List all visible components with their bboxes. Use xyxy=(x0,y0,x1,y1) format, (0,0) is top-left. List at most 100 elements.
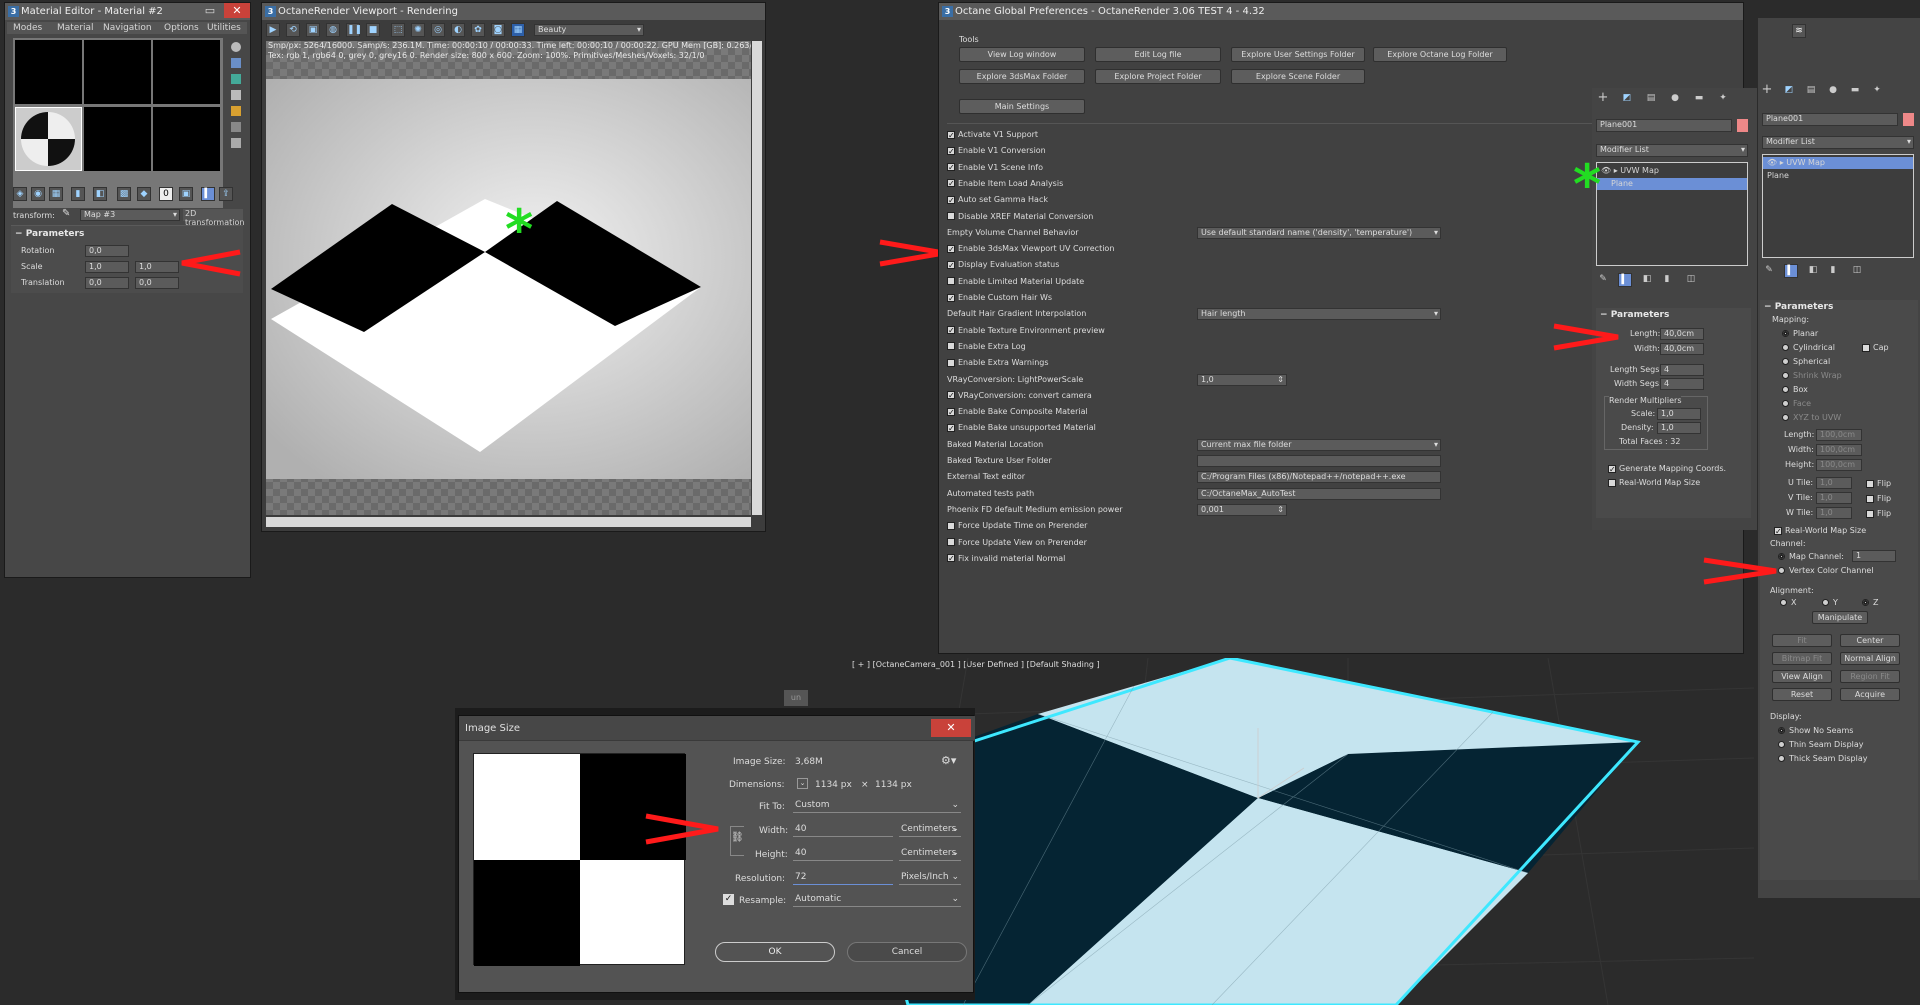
radio[interactable] xyxy=(1782,358,1789,365)
motion-icon[interactable]: ● xyxy=(1668,92,1682,106)
stack-item-uvw-map[interactable]: 👁 ▸ UVW Map xyxy=(1597,165,1747,177)
radio-planar[interactable]: Planar xyxy=(1782,327,1818,340)
display-icon[interactable]: ▬ xyxy=(1692,92,1706,106)
pref-text-input[interactable]: C:/Program Files (x86)/Notepad++/notepad… xyxy=(1197,471,1441,484)
u-tile-field[interactable]: 1,0 xyxy=(1816,477,1852,489)
resolution-input[interactable]: 72 xyxy=(793,870,893,885)
title-bar[interactable]: 3 Octane Global Preferences - OctaneRende… xyxy=(939,3,1743,20)
render-area[interactable]: Smp/px: 5264/16000. Samp/s: 236.1M. Time… xyxy=(266,41,751,515)
v-flip-checkbox[interactable]: Flip xyxy=(1866,492,1891,505)
translation-u-field[interactable]: 0,0 xyxy=(85,277,129,289)
modify-icon[interactable]: ◩ xyxy=(1782,84,1796,98)
checkbox[interactable] xyxy=(947,212,955,220)
checkbox[interactable] xyxy=(947,177,955,190)
checkbox[interactable] xyxy=(947,145,955,158)
chevron-down-icon[interactable]: ▾ xyxy=(1434,309,1438,319)
scale-u-field[interactable]: 1,0 xyxy=(85,261,129,273)
checkbox[interactable] xyxy=(1608,463,1616,476)
checkbox[interactable] xyxy=(947,277,955,286)
checkbox[interactable] xyxy=(1774,525,1782,538)
object-name-field[interactable]: Plane001 xyxy=(1762,113,1898,126)
radio[interactable] xyxy=(1778,755,1785,762)
vertical-scrollbar[interactable] xyxy=(752,41,762,515)
w-tile-field[interactable]: 1,0 xyxy=(1816,507,1852,519)
checkbox[interactable] xyxy=(947,342,955,351)
clay-icon[interactable]: ◍ xyxy=(326,23,340,37)
show-end-result-icon[interactable]: ▍ xyxy=(1618,273,1632,287)
explore-scene-button[interactable]: Explore Scene Folder xyxy=(1231,69,1365,84)
generate-mapping-checkbox[interactable]: Generate Mapping Coords. xyxy=(1608,462,1726,476)
cap-checkbox[interactable]: Cap xyxy=(1862,341,1889,354)
acquire-button[interactable]: Acquire xyxy=(1840,688,1900,701)
make-preview-icon[interactable] xyxy=(231,122,241,132)
center-button[interactable]: Center xyxy=(1840,634,1900,647)
sample-slot[interactable] xyxy=(84,40,151,104)
utilities-icon[interactable]: ✦ xyxy=(1716,92,1730,106)
gear-icon[interactable]: ⚙▾ xyxy=(941,754,956,767)
chain-link-icon[interactable]: ⛓ xyxy=(731,832,744,843)
send-scene-icon[interactable]: ▶ xyxy=(266,23,280,37)
fit-to-dropdown[interactable]: Custom ⌄ xyxy=(793,798,961,813)
object-color-swatch[interactable] xyxy=(1903,113,1914,126)
imager-icon[interactable]: ▦ xyxy=(511,23,525,37)
library-icon[interactable]: ◆ xyxy=(137,187,151,201)
checkbox[interactable] xyxy=(947,406,955,419)
radio[interactable] xyxy=(1782,372,1789,379)
checkbox[interactable] xyxy=(947,161,955,174)
radio-vertex-color-channel[interactable]: Vertex Color Channel xyxy=(1778,564,1874,577)
real-world-map-checkbox[interactable]: Real-World Map Size xyxy=(1774,524,1866,538)
length-segs-field[interactable]: 4 xyxy=(1660,364,1704,376)
configure-icon[interactable]: ◫ xyxy=(1850,264,1864,278)
checkbox[interactable] xyxy=(947,194,955,207)
checkbox[interactable] xyxy=(1866,494,1874,503)
radio-x[interactable]: X xyxy=(1780,596,1796,609)
lock-icon[interactable]: ▣ xyxy=(306,23,320,37)
checkbox[interactable] xyxy=(947,324,955,337)
max-perspective-viewport[interactable]: [ + ] [OctaneCamera_001 ] [User Defined … xyxy=(848,658,1754,1005)
stack-item-plane[interactable]: Plane xyxy=(1597,178,1747,190)
radio-thick-seam[interactable]: Thick Seam Display xyxy=(1778,752,1867,765)
horizontal-scrollbar[interactable] xyxy=(266,517,751,527)
u-flip-checkbox[interactable]: Flip xyxy=(1866,477,1891,490)
sample-slot-active[interactable] xyxy=(15,107,82,171)
radio[interactable] xyxy=(1822,599,1829,606)
length-field[interactable]: 40,0cm xyxy=(1660,328,1704,340)
density-field[interactable]: 1,0 xyxy=(1657,422,1701,434)
radio-z[interactable]: Z xyxy=(1862,596,1878,609)
display-icon[interactable]: ▬ xyxy=(1848,84,1862,98)
normal-align-button[interactable]: Normal Align xyxy=(1840,652,1900,665)
title-bar[interactable]: 3 OctaneRender Viewport - Rendering xyxy=(262,3,765,20)
layers-icon[interactable]: ≋ xyxy=(1792,24,1806,38)
view-log-button[interactable]: View Log window xyxy=(959,47,1085,62)
checkbox[interactable] xyxy=(947,292,955,305)
pref-spinner[interactable]: 1,0 ⇕ xyxy=(1197,373,1287,386)
material-id-icon[interactable]: 0 xyxy=(159,187,173,201)
chevron-down-icon[interactable]: ▾ xyxy=(1434,440,1438,450)
eye-icon[interactable]: 👁 ▸ xyxy=(1767,158,1786,167)
pause-icon[interactable]: ❚❚ xyxy=(346,23,362,37)
checkbox[interactable] xyxy=(947,389,955,402)
checkbox[interactable] xyxy=(947,422,955,435)
sample-slot[interactable] xyxy=(153,107,220,171)
modifier-list-dropdown[interactable]: Modifier List ▾ xyxy=(1596,144,1748,157)
sample-slot[interactable] xyxy=(153,40,220,104)
radio[interactable] xyxy=(1778,727,1785,734)
camera-icon[interactable]: ◙ xyxy=(491,23,505,37)
stack-item-plane[interactable]: Plane xyxy=(1763,170,1913,182)
pref-dropdown[interactable]: Hair length ▾ xyxy=(1197,308,1441,321)
map-channel-field[interactable]: 1 xyxy=(1852,550,1896,562)
title-bar[interactable]: 3 Material Editor - Material #2 ▭ ✕ xyxy=(5,3,250,20)
hierarchy-icon[interactable]: ▤ xyxy=(1644,92,1658,106)
checkbox[interactable] xyxy=(1608,478,1616,487)
options-icon[interactable] xyxy=(231,138,241,148)
radio[interactable] xyxy=(1782,386,1789,393)
checkbox[interactable] xyxy=(947,552,955,565)
hierarchy-icon[interactable]: ▤ xyxy=(1804,84,1818,98)
height-unit-dropdown[interactable]: Centimeters ⌄ xyxy=(899,846,961,861)
width-input[interactable]: 40 xyxy=(793,822,893,837)
menu-options[interactable]: Options xyxy=(164,23,199,33)
object-name-field[interactable]: Plane001 xyxy=(1596,119,1732,132)
stop-icon[interactable]: ■ xyxy=(366,23,380,37)
explore-project-button[interactable]: Explore Project Folder xyxy=(1095,69,1221,84)
resample-dropdown[interactable]: Automatic ⌄ xyxy=(793,892,961,907)
